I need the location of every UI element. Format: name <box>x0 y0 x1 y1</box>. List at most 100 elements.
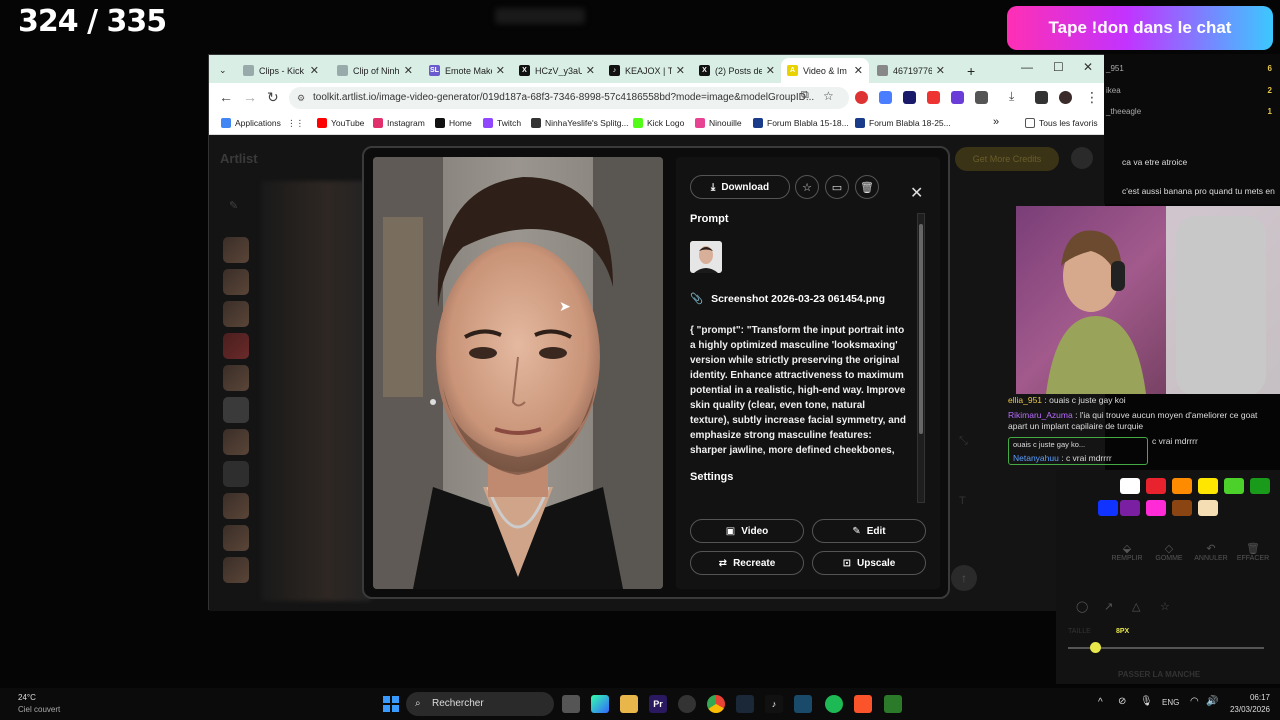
color-swatch[interactable] <box>1172 478 1192 494</box>
color-swatch[interactable] <box>1146 478 1166 494</box>
history-thumb[interactable] <box>223 365 249 391</box>
forward-icon[interactable]: → <box>243 89 257 105</box>
browser-tab[interactable]: X HCzV_y3aU ✕ <box>513 58 601 83</box>
tab-close-icon[interactable]: ✕ <box>676 64 685 77</box>
spotify-icon[interactable] <box>825 695 843 713</box>
new-edit-icon[interactable]: ✎ <box>229 199 238 212</box>
delete-button[interactable]: 🗑 <box>855 175 879 199</box>
draw-tool-button[interactable]: ◇ GOMME <box>1150 542 1188 580</box>
size-slider-handle[interactable] <box>1090 642 1101 653</box>
wifi-icon[interactable]: ◠ <box>1190 696 1199 707</box>
bookmark-star-icon[interactable]: ☆ <box>823 89 834 103</box>
media-icon[interactable] <box>1035 91 1048 104</box>
history-thumb[interactable] <box>223 397 249 423</box>
circle-tool-icon[interactable]: ◯ <box>1076 600 1088 613</box>
reload-icon[interactable]: ↻ <box>267 89 279 106</box>
mic-icon[interactable]: 🎙 <box>1140 696 1153 707</box>
extension-icon[interactable] <box>903 91 916 104</box>
color-swatch[interactable] <box>1120 500 1140 516</box>
site-info-icon[interactable]: ⚙ <box>297 87 305 109</box>
app-icon[interactable] <box>794 695 812 713</box>
color-swatch[interactable] <box>1198 500 1218 516</box>
get-credits-button[interactable]: Get More Credits <box>955 147 1059 171</box>
obs-icon[interactable] <box>678 695 696 713</box>
extension-icon[interactable] <box>927 91 940 104</box>
clock-time[interactable]: 06:17 <box>1226 693 1270 702</box>
user-avatar[interactable] <box>1071 147 1093 169</box>
scrollbar-thumb[interactable] <box>919 224 923 434</box>
panel-scrollbar[interactable] <box>917 213 925 503</box>
extensions-puzzle-icon[interactable] <box>975 91 988 104</box>
windows-start-icon[interactable] <box>382 695 400 713</box>
arrow-tool-icon[interactable]: ↗ <box>1104 600 1113 613</box>
draw-tool-button[interactable]: ⬙ REMPLIR <box>1108 542 1146 580</box>
browser-tab[interactable]: Clips - Kick ✕ <box>237 58 325 83</box>
recreate-button[interactable]: ⇄ Recreate <box>690 551 804 575</box>
profile-avatar[interactable] <box>1059 91 1072 104</box>
close-window-icon[interactable]: ✕ <box>1083 60 1093 74</box>
download-button[interactable]: ⤓ Download <box>690 175 790 199</box>
bookmark-item[interactable]: Instagram <box>373 118 425 128</box>
tab-close-icon[interactable]: ✕ <box>854 64 863 77</box>
bookmark-item[interactable]: YouTube <box>317 118 364 128</box>
back-icon[interactable]: ← <box>219 89 233 105</box>
pass-round-button[interactable]: PASSER LA MANCHE <box>1118 670 1200 679</box>
browser-tab[interactable]: ♪ KEAJOX | Te ✕ <box>603 58 691 83</box>
translate-icon[interactable]: ⧉ <box>801 89 809 102</box>
upscale-button[interactable]: ⊡ Upscale <box>812 551 926 575</box>
weather-temp[interactable]: 24°C <box>18 693 36 702</box>
history-thumb[interactable] <box>223 269 249 295</box>
tab-close-icon[interactable]: ✕ <box>766 64 775 77</box>
folder-button[interactable]: ▭ <box>825 175 849 199</box>
browser-tab[interactable]: X (2) Posts de ✕ <box>693 58 781 83</box>
chrome-icon[interactable] <box>707 695 725 713</box>
volume-icon[interactable]: 🔊 <box>1206 696 1218 707</box>
color-swatch[interactable] <box>1198 478 1218 494</box>
taskbar-search[interactable]: ⌕ Rechercher <box>406 692 554 716</box>
history-thumb[interactable] <box>223 237 249 263</box>
history-thumb[interactable] <box>223 461 249 487</box>
edit-button[interactable]: ✎ Edit <box>812 519 926 543</box>
url-input[interactable]: ⚙ toolkit.artlist.io/image-video-generat… <box>289 87 849 109</box>
submit-arrow-icon[interactable]: ↑ <box>951 565 977 591</box>
weather-desc[interactable]: Ciel couvert <box>18 705 60 714</box>
artlist-logo[interactable]: Artlist <box>220 151 258 166</box>
tiktok-icon[interactable]: ♪ <box>765 695 783 713</box>
bookmark-item[interactable]: Forum Blabla 15-18... <box>753 118 849 128</box>
copilot-icon[interactable] <box>591 695 609 713</box>
draw-tool-button[interactable]: 🗑 EFFACER <box>1234 542 1272 580</box>
browser-tab[interactable]: SL Emote Make ✕ <box>423 58 511 83</box>
browser-tab[interactable]: Clip of Ninh ✕ <box>331 58 419 83</box>
color-swatch[interactable] <box>1172 500 1192 516</box>
triangle-tool-icon[interactable]: △ <box>1132 600 1140 613</box>
tab-close-icon[interactable]: ✕ <box>496 64 505 77</box>
color-swatch[interactable] <box>1120 478 1140 494</box>
tray-overflow-icon[interactable]: ^ <box>1098 697 1103 708</box>
language-indicator[interactable]: ENG <box>1162 698 1179 707</box>
favorite-button[interactable]: ☆ <box>795 175 819 199</box>
minimize-icon[interactable]: — <box>1021 60 1033 74</box>
star-tool-icon[interactable]: ☆ <box>1160 600 1170 613</box>
file-explorer-icon[interactable] <box>620 695 638 713</box>
extension-icon[interactable] <box>879 91 892 104</box>
premiere-icon[interactable]: Pr <box>649 695 667 713</box>
color-swatch[interactable] <box>1250 478 1270 494</box>
maximize-icon[interactable]: ☐ <box>1053 60 1064 74</box>
bookmark-item[interactable]: Ninouille <box>695 118 742 128</box>
brave-icon[interactable] <box>854 695 872 713</box>
tab-list-button[interactable]: ⌄ <box>213 58 233 83</box>
more-bookmarks-icon[interactable]: » <box>993 116 999 128</box>
prompt-reference-thumbnail[interactable] <box>690 241 722 273</box>
bookmark-item[interactable]: Twitch <box>483 118 521 128</box>
history-thumb[interactable] <box>223 429 249 455</box>
expand-icon[interactable]: ⤡ <box>959 435 968 448</box>
browser-tab[interactable]: 467197761 ✕ <box>871 58 951 83</box>
color-swatch[interactable] <box>1146 500 1166 516</box>
tab-close-icon[interactable]: ✕ <box>310 64 319 77</box>
menu-kebab-icon[interactable]: ⋮ <box>1085 89 1099 106</box>
steam-icon[interactable] <box>736 695 754 713</box>
color-swatch[interactable] <box>1098 500 1118 516</box>
task-view-icon[interactable] <box>562 695 580 713</box>
clock-date[interactable]: 23/03/2026 <box>1222 705 1270 714</box>
history-thumb[interactable] <box>223 557 249 583</box>
